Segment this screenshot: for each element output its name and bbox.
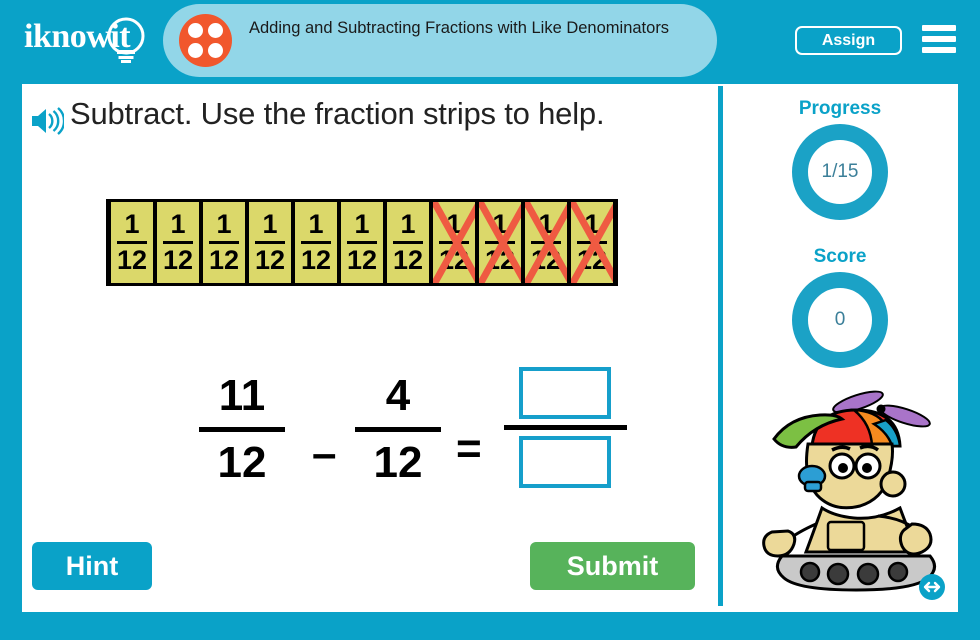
strip-denominator: 12: [116, 245, 148, 275]
hint-button[interactable]: Hint: [32, 542, 152, 590]
strip-bar: [255, 241, 285, 244]
progress-ring: 1/15: [792, 124, 888, 220]
minus-operator: –: [312, 429, 337, 478]
dot: [188, 43, 203, 58]
strip-bar: [485, 241, 515, 244]
fraction-strip[interactable]: 1 12: [431, 202, 477, 283]
fraction-strip[interactable]: 1 12: [293, 202, 339, 283]
iknowit-logo[interactable]: iknowit: [18, 8, 158, 72]
fraction-bar: [355, 427, 441, 432]
lesson-title: Adding and Subtracting Fractions with Li…: [249, 19, 670, 37]
second-denominator: 12: [373, 438, 423, 487]
app-header: iknowit Adding and Subtracting Fractions…: [0, 0, 980, 80]
strip-numerator: 1: [400, 209, 416, 239]
score-ring: 0: [792, 272, 888, 368]
hamburger-menu-icon[interactable]: [922, 25, 956, 55]
fraction-strip[interactable]: 1 12: [523, 202, 569, 283]
fraction-strip[interactable]: 1 12: [339, 202, 385, 283]
resize-horizontal-icon[interactable]: [917, 572, 947, 602]
strip-numerator: 1: [354, 209, 370, 239]
strip-denominator: 12: [346, 245, 378, 275]
strip-bar: [163, 241, 193, 244]
first-numerator: 11: [218, 371, 266, 420]
mascot-body: [762, 505, 933, 558]
strip-numerator: 1: [492, 209, 508, 239]
sidebar-divider: [718, 86, 723, 606]
answer-numerator-input[interactable]: [519, 367, 611, 419]
strip-denominator: 12: [438, 245, 470, 275]
propeller-cap: [772, 408, 902, 449]
second-fraction: 4 12: [350, 369, 446, 490]
strip-bar: [301, 241, 331, 244]
strip-bar: [209, 241, 239, 244]
strip-numerator: 1: [538, 209, 554, 239]
tank-treads: [776, 554, 936, 592]
assign-button[interactable]: Assign: [795, 26, 902, 55]
four-dots-circle-icon: [179, 14, 232, 67]
strip-numerator: 1: [124, 209, 140, 239]
strip-denominator: 12: [392, 245, 424, 275]
equation-area: 11 12 – 4 12 =: [172, 359, 652, 519]
strip-bar: [117, 241, 147, 244]
lightbulb-icon: [107, 17, 145, 63]
strip-numerator: 1: [262, 209, 278, 239]
strip-numerator: 1: [170, 209, 186, 239]
strip-denominator: 12: [254, 245, 286, 275]
fraction-strip[interactable]: 1 12: [201, 202, 247, 283]
fraction-strips-model: 1 12 1 12 1 12 1 12 1 12 1 12 1 12 1 12 1 12 1 12 1 12: [106, 199, 618, 286]
fraction-strip[interactable]: 1 12: [569, 202, 615, 283]
fraction-strip[interactable]: 1 12: [247, 202, 293, 283]
answer-fraction: [500, 367, 630, 488]
strip-denominator: 12: [300, 245, 332, 275]
progress-value: 1/15: [821, 161, 859, 182]
speaker-icon[interactable]: [30, 106, 64, 136]
dot: [188, 23, 203, 38]
strip-bar: [393, 241, 423, 244]
fraction-strip[interactable]: 1 12: [385, 202, 431, 283]
content-panel: Subtract. Use the fraction strips to hel…: [22, 84, 958, 612]
robot-propeller-hat-mascot: [762, 390, 936, 592]
second-numerator: 4: [385, 371, 411, 420]
menu-bar: [922, 25, 956, 31]
fraction-strip[interactable]: 1 12: [155, 202, 201, 283]
strip-bar: [347, 241, 377, 244]
menu-bar: [922, 36, 956, 42]
strip-bar: [531, 241, 561, 244]
app-root: iknowit Adding and Subtracting Fractions…: [0, 0, 980, 640]
fraction-bar: [199, 427, 285, 432]
strip-denominator: 12: [484, 245, 516, 275]
strip-bar: [439, 241, 469, 244]
equals-sign: =: [456, 424, 482, 473]
strip-numerator: 1: [308, 209, 324, 239]
menu-bar: [922, 47, 956, 53]
dot: [208, 23, 223, 38]
strip-numerator: 1: [584, 209, 600, 239]
first-denominator: 12: [217, 438, 267, 487]
dot: [208, 43, 223, 58]
answer-denominator-input[interactable]: [519, 436, 611, 488]
fraction-strip[interactable]: 1 12: [477, 202, 523, 283]
answer-fraction-bar: [503, 425, 627, 430]
strip-bar: [577, 241, 607, 244]
mascot-head: [797, 442, 907, 510]
progress-label: Progress: [798, 98, 882, 119]
score-value: 0: [834, 309, 846, 330]
lesson-title-panel: Adding and Subtracting Fractions with Li…: [163, 4, 717, 77]
strip-numerator: 1: [216, 209, 232, 239]
fraction-strip[interactable]: 1 12: [109, 202, 155, 283]
strip-denominator: 12: [208, 245, 240, 275]
strip-denominator: 12: [576, 245, 608, 275]
strip-numerator: 1: [446, 209, 462, 239]
question-text: Subtract. Use the fraction strips to hel…: [70, 96, 605, 131]
strip-denominator: 12: [162, 245, 194, 275]
submit-button[interactable]: Submit: [530, 542, 695, 590]
score-label: Score: [813, 246, 867, 267]
strip-denominator: 12: [530, 245, 562, 275]
first-fraction: 11 12: [194, 369, 290, 490]
